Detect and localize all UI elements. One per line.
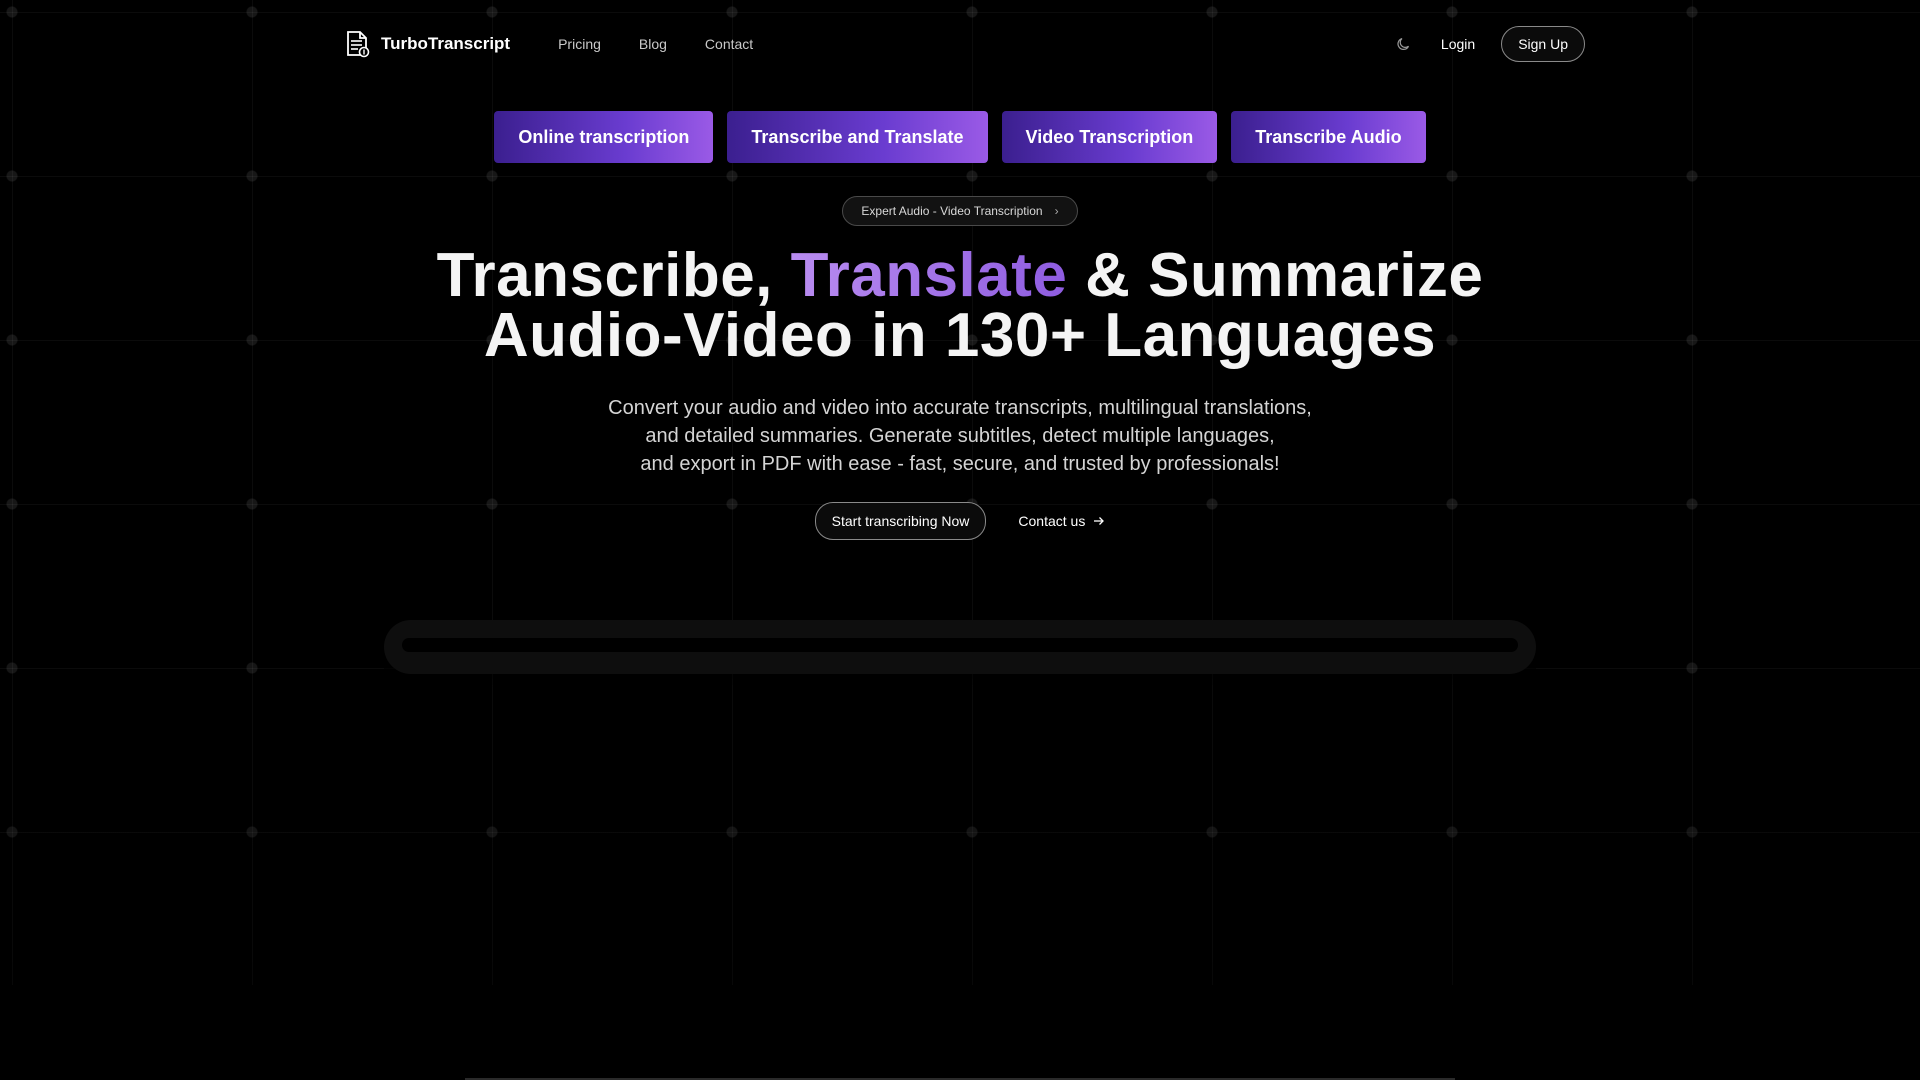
transcribe-audio-button[interactable]: Transcribe Audio xyxy=(1231,111,1426,163)
preview-frame xyxy=(384,620,1536,674)
headline-line-2: Audio-Video in 130+ Languages xyxy=(483,301,1437,370)
start-transcribing-button[interactable]: Start transcribing Now xyxy=(814,502,987,540)
brand-link[interactable]: TurboTranscript xyxy=(343,29,510,59)
nav-link-blog[interactable]: Blog xyxy=(639,36,667,52)
headline-part-2: & Summarize xyxy=(1067,241,1484,310)
expert-badge[interactable]: Expert Audio - Video Transcription › xyxy=(842,196,1078,226)
badge-wrapper: Expert Audio - Video Transcription › xyxy=(0,196,1920,226)
theme-toggle-button[interactable] xyxy=(1393,33,1415,55)
navbar: TurboTranscript Pricing Blog Contact Log… xyxy=(343,24,1585,64)
headline-accent: Translate xyxy=(790,241,1068,310)
arrow-right-icon xyxy=(1094,517,1105,525)
landing-page: TurboTranscript Pricing Blog Contact Log… xyxy=(0,0,1920,1080)
preview-frame-inner xyxy=(402,638,1518,652)
contact-us-label: Contact us xyxy=(1018,513,1086,529)
login-link[interactable]: Login xyxy=(1441,36,1475,52)
nav-link-contact[interactable]: Contact xyxy=(705,36,753,52)
hero-headline: Transcribe, Translate & Summarize Audio-… xyxy=(0,245,1920,370)
subcopy-line-3: and export in PDF with ease - fast, secu… xyxy=(640,453,1280,475)
nav-actions: Login Sign Up xyxy=(1393,26,1585,62)
signup-button[interactable]: Sign Up xyxy=(1501,26,1585,62)
nav-links: Pricing Blog Contact xyxy=(558,36,753,52)
online-transcription-button[interactable]: Online transcription xyxy=(494,111,714,163)
badge-label: Expert Audio - Video Transcription xyxy=(861,204,1043,218)
transcribe-translate-button[interactable]: Transcribe and Translate xyxy=(727,111,988,163)
moon-icon xyxy=(1397,38,1409,50)
document-icon xyxy=(347,31,370,58)
headline-line-1: Transcribe, Translate & Summarize xyxy=(0,245,1920,307)
hero-subcopy: Convert your audio and video into accura… xyxy=(0,394,1920,478)
feature-buttons: Online transcription Transcribe and Tran… xyxy=(0,111,1920,163)
nav-link-pricing[interactable]: Pricing xyxy=(558,36,601,52)
brand-name: TurboTranscript xyxy=(381,34,511,53)
subcopy-line-2: and detailed summaries. Generate subtitl… xyxy=(645,425,1275,447)
contact-us-link[interactable]: Contact us xyxy=(1018,513,1105,529)
hero-cta: Start transcribing Now Contact us xyxy=(0,502,1920,540)
chevron-right-icon: › xyxy=(1054,204,1059,218)
headline-part-1: Transcribe, xyxy=(436,241,791,310)
video-transcription-button[interactable]: Video Transcription xyxy=(1001,111,1218,163)
subcopy-line-1: Convert your audio and video into accura… xyxy=(608,397,1312,419)
